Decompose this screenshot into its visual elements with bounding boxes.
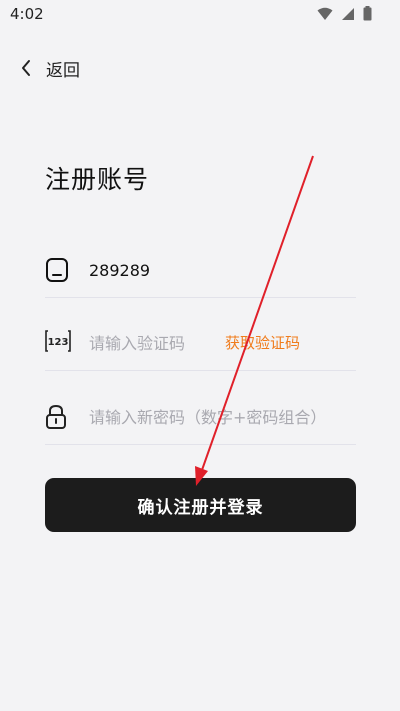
phone-icon [46,258,68,282]
get-code-button[interactable]: 获取验证码 [225,332,300,353]
wifi-icon [317,7,333,20]
phone-input[interactable] [89,257,289,283]
status-bar: 4:02 [0,0,400,28]
status-time: 4:02 [10,5,44,23]
back-label: 返回 [46,60,80,81]
back-button[interactable]: 返回 [20,55,80,81]
lock-icon [46,404,66,429]
password-field-row [45,392,356,445]
chevron-left-icon [22,60,30,76]
svg-text:123: 123 [48,337,69,348]
register-login-button[interactable]: 确认注册并登录 [45,478,356,532]
password-input[interactable] [89,404,354,430]
page-title: 注册账号 [45,165,150,194]
code-input[interactable] [89,330,219,356]
status-icons [317,6,372,21]
signal-icon [342,7,354,20]
code-123-icon: 123 [45,330,71,352]
code-field-row: 123 获取验证码 [45,318,356,371]
phone-field-row [45,245,356,298]
battery-icon [363,6,372,21]
